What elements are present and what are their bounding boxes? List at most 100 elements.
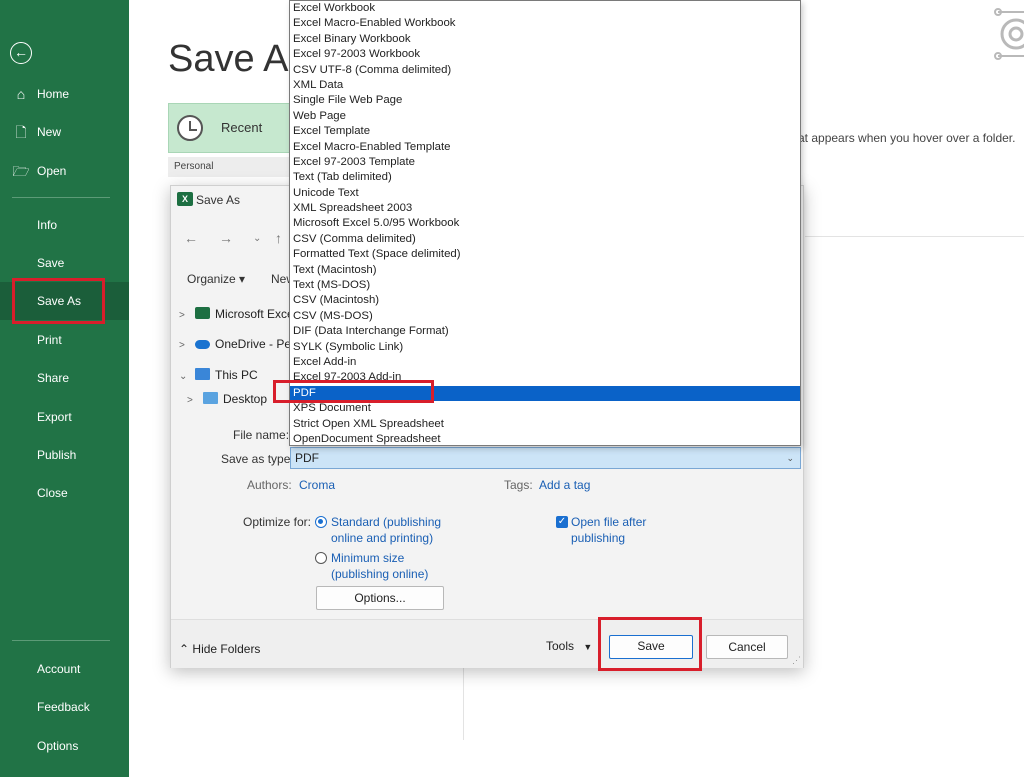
- cloud-icon: [195, 340, 210, 349]
- optimize-standard-text[interactable]: Standard (publishing online and printing…: [331, 514, 441, 546]
- up-arrow-icon[interactable]: ↑: [275, 230, 282, 246]
- file-type-option[interactable]: CSV UTF-8 (Comma delimited): [290, 63, 800, 78]
- file-type-option[interactable]: XPS Document: [290, 401, 800, 416]
- clock-icon: [177, 115, 203, 141]
- chevron-right-icon[interactable]: >: [187, 391, 201, 411]
- sidebar-item-label: Print: [37, 333, 62, 347]
- file-type-option[interactable]: Excel Add-in: [290, 355, 800, 370]
- sidebar-item-open[interactable]: 🗁 Open: [0, 152, 129, 190]
- file-type-option[interactable]: DIF (Data Interchange Format): [290, 324, 800, 339]
- sidebar-item-account[interactable]: Account: [0, 650, 129, 688]
- file-type-option[interactable]: CSV (Comma delimited): [290, 232, 800, 247]
- folder-icon: 🗁: [12, 163, 30, 179]
- excel-icon: [195, 307, 210, 319]
- back-arrow-icon[interactable]: ←: [184, 230, 198, 246]
- file-type-option[interactable]: XML Spreadsheet 2003: [290, 201, 800, 216]
- tree-item-onedrive[interactable]: > OneDrive - Pers: [179, 334, 301, 354]
- sidebar-item-save[interactable]: Save: [0, 244, 129, 282]
- file-type-option[interactable]: Formatted Text (Space delimited): [290, 247, 800, 262]
- open-after-publishing-text[interactable]: Open file after publishing: [571, 514, 646, 546]
- file-type-option[interactable]: Strict Open XML Spreadsheet: [290, 417, 800, 432]
- recent-locations-chevron-icon[interactable]: ⌄: [253, 233, 261, 244]
- annotation-highlight: [12, 278, 105, 324]
- back-arrow-icon[interactable]: ←: [10, 42, 32, 64]
- optimize-standard-radio[interactable]: [315, 516, 327, 528]
- chevron-up-icon: ⌃: [179, 642, 190, 656]
- file-type-option[interactable]: Excel Template: [290, 124, 800, 139]
- file-type-option[interactable]: Single File Web Page: [290, 93, 800, 108]
- file-type-option[interactable]: Excel 97-2003 Template: [290, 155, 800, 170]
- sidebar-item-home[interactable]: ⌂ Home: [0, 75, 129, 113]
- file-type-option[interactable]: Excel Workbook: [290, 1, 800, 16]
- file-type-option[interactable]: CSV (MS-DOS): [290, 309, 800, 324]
- resize-grip-icon[interactable]: ⋰: [792, 655, 801, 666]
- chevron-down-icon: ⌄: [786, 453, 794, 463]
- file-type-option[interactable]: Excel 97-2003 Workbook: [290, 47, 800, 62]
- tree-item-this-pc[interactable]: ⌄ This PC: [179, 365, 258, 385]
- organize-button[interactable]: Organize ▾: [187, 272, 245, 286]
- sidebar-item-export[interactable]: Export: [0, 398, 129, 436]
- file-type-option[interactable]: Unicode Text: [290, 186, 800, 201]
- file-type-option[interactable]: Microsoft Excel 5.0/95 Workbook: [290, 216, 800, 231]
- file-type-option[interactable]: OpenDocument Spreadsheet: [290, 432, 800, 447]
- chevron-right-icon[interactable]: >: [179, 306, 193, 326]
- chevron-down-icon[interactable]: ⌄: [179, 367, 193, 387]
- open-after-publishing-checkbox[interactable]: ✓: [556, 516, 568, 528]
- sidebar-item-new[interactable]: 🗋 New: [0, 113, 129, 151]
- optimize-standard-line1: Standard (publishing: [331, 515, 442, 529]
- save-as-type-select[interactable]: PDF ⌄: [290, 447, 801, 469]
- desktop-icon: [203, 392, 218, 404]
- optimize-minimum-text[interactable]: Minimum size (publishing online): [331, 550, 428, 582]
- optimize-minimum-line1: Minimum size: [331, 551, 405, 565]
- pc-icon: [195, 368, 210, 380]
- personal-section-header: Personal: [168, 157, 290, 177]
- chevron-right-icon[interactable]: >: [179, 336, 193, 356]
- file-type-option[interactable]: Excel Macro-Enabled Template: [290, 140, 800, 155]
- save-as-type-value: PDF: [295, 451, 319, 465]
- hide-folders-button[interactable]: ⌃ Hide Folders: [179, 642, 260, 656]
- sidebar-item-label: Options: [37, 739, 79, 753]
- file-type-option[interactable]: Excel Macro-Enabled Workbook: [290, 16, 800, 31]
- tools-label: Tools: [546, 639, 575, 653]
- sidebar-item-options[interactable]: Options: [0, 727, 129, 765]
- tools-menu[interactable]: Tools ▼: [546, 639, 592, 653]
- watermark-logo-icon: [994, 8, 1024, 60]
- recent-location-button[interactable]: Recent: [168, 103, 290, 153]
- file-type-option[interactable]: Web Page: [290, 109, 800, 124]
- cancel-button[interactable]: Cancel: [706, 635, 788, 659]
- sidebar-item-info[interactable]: Info: [0, 206, 129, 244]
- sidebar-divider: [12, 197, 110, 198]
- file-type-option[interactable]: XML Data: [290, 78, 800, 93]
- dialog-title: Save As: [196, 193, 241, 207]
- authors-value[interactable]: Croma: [299, 478, 335, 492]
- sidebar-item-print[interactable]: Print: [0, 321, 129, 359]
- sidebar-item-label: Info: [37, 218, 58, 232]
- forward-arrow-icon[interactable]: →: [219, 230, 233, 246]
- file-type-option[interactable]: SYLK (Symbolic Link): [290, 340, 800, 355]
- options-button[interactable]: Options...: [316, 586, 444, 610]
- sidebar-item-publish[interactable]: Publish: [0, 436, 129, 474]
- sidebar-item-close[interactable]: Close: [0, 474, 129, 512]
- tags-label: Tags:: [504, 478, 533, 492]
- divider: [805, 236, 1024, 237]
- tree-item-desktop[interactable]: > Desktop: [187, 389, 267, 409]
- sidebar-item-label: Close: [37, 486, 68, 500]
- backstage-sidebar: ← ⌂ Home 🗋 New 🗁 Open Info Save Save As …: [0, 0, 129, 777]
- hover-hint-text: at appears when you hover over a folder.: [798, 131, 1016, 145]
- file-type-option[interactable]: Text (Tab delimited): [290, 170, 800, 185]
- file-type-option[interactable]: Excel Binary Workbook: [290, 32, 800, 47]
- tree-item-label: This PC: [215, 368, 258, 382]
- sidebar-item-feedback[interactable]: Feedback: [0, 688, 129, 726]
- new-file-icon: 🗋: [15, 124, 27, 140]
- tree-item-microsoft-excel[interactable]: > Microsoft Excel: [179, 304, 296, 324]
- file-type-option[interactable]: CSV (Macintosh): [290, 293, 800, 308]
- save-as-type-label: Save as type:: [221, 452, 294, 466]
- sidebar-item-share[interactable]: Share: [0, 359, 129, 397]
- optimize-minimum-radio[interactable]: [315, 552, 327, 564]
- excel-icon: X: [177, 192, 193, 206]
- tags-input[interactable]: Add a tag: [539, 478, 590, 492]
- file-type-option[interactable]: Text (Macintosh): [290, 263, 800, 278]
- open-after-line1: Open file after: [571, 515, 647, 529]
- file-type-option[interactable]: Text (MS-DOS): [290, 278, 800, 293]
- divider: [463, 668, 464, 740]
